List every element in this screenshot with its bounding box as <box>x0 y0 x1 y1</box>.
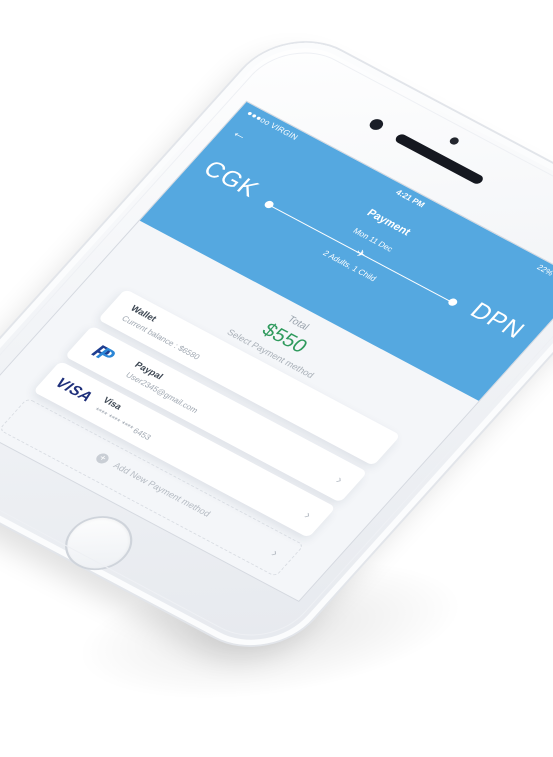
add-payment-method-button[interactable]: + Add New Payment method › <box>0 397 305 578</box>
proximity-sensor <box>447 136 461 146</box>
visa-logo-icon: VISA <box>51 374 97 406</box>
chevron-right-icon: › <box>301 507 316 522</box>
wallet-name: Wallet <box>128 303 159 324</box>
back-arrow-icon[interactable]: ← <box>228 124 253 144</box>
select-method-label: Select Payment method <box>224 327 317 380</box>
flight-date: Mon 11 Dec <box>351 226 395 254</box>
page-title: Payment <box>364 207 413 239</box>
payment-option-wallet[interactable]: Wallet Current balance : $6580 <box>97 288 401 466</box>
destination-code: DPN <box>464 297 531 344</box>
home-button[interactable] <box>51 506 146 581</box>
visa-name: Visa <box>101 395 125 412</box>
payment-option-visa[interactable]: VISA Visa **** **** **** 6453 › <box>32 360 336 538</box>
add-payment-content: + Add New Payment method <box>12 408 295 563</box>
earpiece-speaker <box>393 132 486 186</box>
passenger-count: 2 Adults, 1 Child <box>320 248 379 283</box>
battery-percent: 22% <box>534 263 553 278</box>
route-line <box>268 204 453 303</box>
header: ●●●oo VIRGIN 4:21 PM 22% ← Payment CGK D… <box>139 101 553 401</box>
chevron-right-icon: › <box>332 472 348 487</box>
status-bar: ●●●oo VIRGIN 4:21 PM 22% <box>234 102 553 296</box>
wallet-balance: Current balance : $6580 <box>119 314 202 362</box>
plus-icon: + <box>93 451 111 466</box>
flight-route: CGK DPN Mon 11 Dec ✈ 2 Adults, 1 Child <box>167 145 547 371</box>
add-payment-label: Add New Payment method <box>111 460 213 519</box>
app-screen: ●●●oo VIRGIN 4:21 PM 22% ← Payment CGK D… <box>0 100 553 603</box>
clock: 4:21 PM <box>393 188 427 210</box>
paypal-name: Paypal <box>132 359 166 382</box>
battery-indicator: 22% <box>535 263 553 287</box>
origin-dot <box>262 199 276 210</box>
total-label: Total <box>284 314 311 333</box>
visa-card-number: **** **** **** 6453 <box>92 405 153 442</box>
chevron-right-icon: › <box>268 545 283 560</box>
origin-code: CGK <box>197 155 265 203</box>
total-value: $550 <box>257 319 312 358</box>
payment-option-paypal[interactable]: PP Paypal User2345@gmail.com › <box>64 325 368 503</box>
destination-dot <box>446 297 460 308</box>
carrier-label: ●●●oo VIRGIN <box>244 108 300 142</box>
paypal-email: User2345@gmail.com <box>123 370 200 415</box>
paypal-logo-icon: PP <box>87 341 119 367</box>
front-camera <box>366 117 386 132</box>
plane-icon: ✈ <box>352 247 369 261</box>
